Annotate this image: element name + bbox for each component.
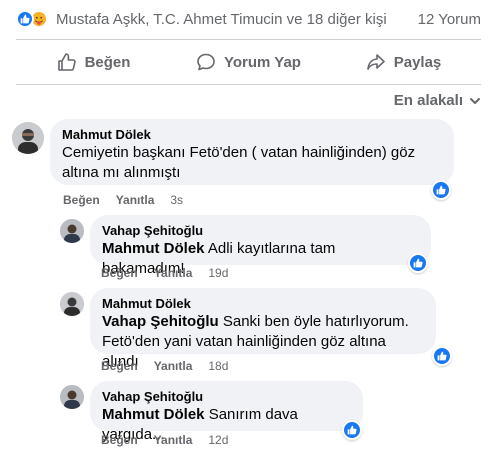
comment-text: Vahap Şehitoğlu Sanki ben öyle hatırlıyo… xyxy=(102,312,424,332)
comment-like-link[interactable]: Beğen xyxy=(101,266,138,280)
mention-link[interactable]: Mahmut Dölek xyxy=(102,240,205,257)
comment-like-badge[interactable] xyxy=(432,346,452,366)
comment-like-badge[interactable] xyxy=(342,420,362,440)
comment-author[interactable]: Vahap Şehitoğlu xyxy=(102,389,351,405)
comment-button-label: Yorum Yap xyxy=(224,53,301,71)
like-icon xyxy=(347,425,357,435)
share-button-label: Paylaş xyxy=(393,53,442,71)
reaction-icons[interactable] xyxy=(16,10,48,28)
comment-icon xyxy=(197,53,215,71)
comment-meta: Beğen Yanıtla 18d xyxy=(101,359,228,373)
mention-link[interactable]: Mahmut Dölek xyxy=(102,406,205,423)
thumbs-up-icon xyxy=(57,53,76,71)
like-icon xyxy=(437,351,447,361)
comment-count-link[interactable]: 12 Yorum xyxy=(418,11,481,28)
comment-meta: Beğen Yanıtla 12d xyxy=(101,433,228,447)
like-icon xyxy=(413,258,423,268)
comment-bubble: Vahap Şehitoğlu Mahmut Dölek Adli kayıtl… xyxy=(90,215,431,277)
comment-like-badge[interactable] xyxy=(408,253,428,273)
avatar[interactable] xyxy=(12,122,44,154)
comment-meta: Beğen Yanıtla 3s xyxy=(63,193,183,207)
mention-link[interactable]: Vahap Şehitoğlu xyxy=(102,313,219,330)
divider xyxy=(16,84,481,85)
comment-author[interactable]: Mahmut Dölek xyxy=(62,127,442,143)
comment-reply-link[interactable]: Yanıtla xyxy=(116,193,155,207)
comment-bubble: Vahap Şehitoğlu Mahmut Dölek Sanırım dav… xyxy=(90,381,363,443)
comment-like-link[interactable]: Beğen xyxy=(63,193,100,207)
comment-body: Sanki ben öyle hatırlıyorum. xyxy=(222,313,409,330)
comment-sort-dropdown[interactable]: En alakalı xyxy=(394,92,481,109)
comment-reply-link[interactable]: Yanıtla xyxy=(154,433,193,447)
comment-button[interactable]: Yorum Yap xyxy=(171,44,326,80)
divider xyxy=(16,39,481,40)
comment-timestamp[interactable]: 12d xyxy=(208,433,228,447)
reaction-summary: Mustafa Aşkk, T.C. Ahmet Timucin ve 18 d… xyxy=(16,8,481,30)
avatar[interactable] xyxy=(60,219,84,243)
comment-like-badge[interactable] xyxy=(431,180,451,200)
avatar[interactable] xyxy=(60,385,84,409)
comment-author[interactable]: Vahap Şehitoğlu xyxy=(102,223,419,239)
comment-meta: Beğen Yanıtla 19d xyxy=(101,266,228,280)
like-button[interactable]: Beğen xyxy=(16,44,171,80)
comment-text: altına mı alınmıştı xyxy=(62,164,181,181)
comment-bubble: Mahmut Dölek Cemiyetin başkanı Fetö'den … xyxy=(50,119,454,185)
comment-reply-link[interactable]: Yanıtla xyxy=(154,266,193,280)
chevron-down-icon xyxy=(470,97,480,104)
avatar[interactable] xyxy=(60,292,84,316)
action-bar: Beğen Yorum Yap Paylaş xyxy=(16,44,481,80)
reactors-names-link[interactable]: Mustafa Aşkk, T.C. Ahmet Timucin ve 18 d… xyxy=(56,11,387,28)
like-icon xyxy=(436,185,446,195)
share-icon xyxy=(366,54,385,70)
comment-like-link[interactable]: Beğen xyxy=(101,433,138,447)
comment-like-link[interactable]: Beğen xyxy=(101,359,138,373)
share-button[interactable]: Paylaş xyxy=(326,44,481,80)
like-button-label: Beğen xyxy=(84,53,131,71)
sort-label: En alakalı xyxy=(393,92,463,109)
comment-timestamp[interactable]: 3s xyxy=(170,193,183,207)
comment-timestamp[interactable]: 19d xyxy=(208,266,228,280)
comment-bubble: Mahmut Dölek Vahap Şehitoğlu Sanki ben ö… xyxy=(90,288,436,370)
comment-text: Cemiyetin başkanı Fetö'den ( vatan hainl… xyxy=(62,144,416,161)
like-icon xyxy=(16,10,34,28)
comment-author[interactable]: Mahmut Dölek xyxy=(102,296,424,312)
comment-timestamp[interactable]: 18d xyxy=(208,359,228,373)
comment-reply-link[interactable]: Yanıtla xyxy=(154,359,193,373)
